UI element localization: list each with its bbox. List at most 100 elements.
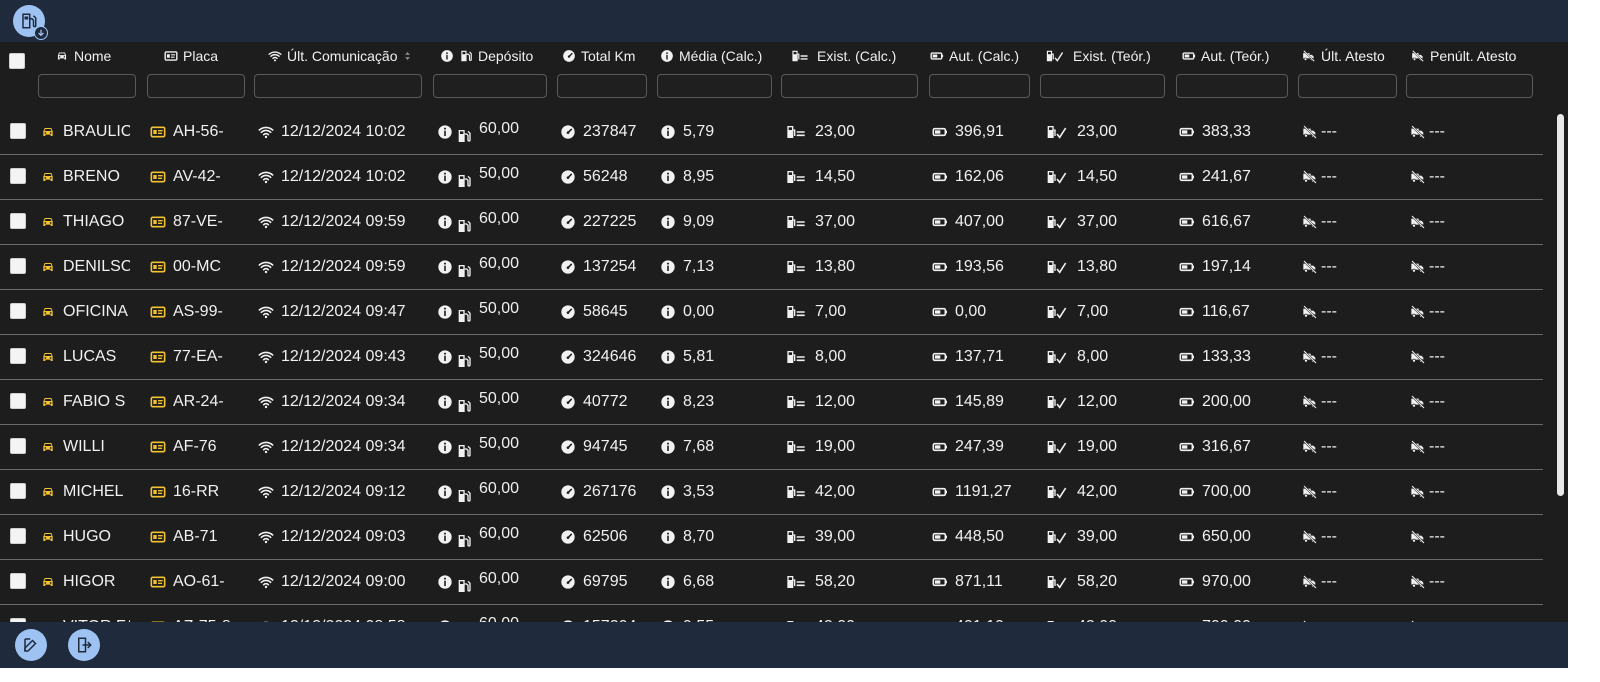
column-header-5[interactable]: Total Km [562,47,635,65]
row-checkbox[interactable] [10,123,26,139]
fuel-report-button[interactable] [13,5,48,40]
average: 0,00 [683,303,715,320]
table-row[interactable]: WILLI AF-76 12/12/2024 09:34 50,00 94745… [0,425,1543,470]
column-header-1[interactable]: Nome [55,47,111,65]
column-filter-input[interactable] [433,74,547,98]
cell-media: 8,95 [660,155,770,199]
column-filter-input[interactable] [781,74,918,98]
column-filter-input[interactable] [1298,74,1397,98]
column-header-8[interactable]: Aut. (Calc.) [930,47,1019,65]
edit-button[interactable] [15,629,47,661]
row-checkbox[interactable] [10,438,26,454]
truck-off-icon [1302,439,1318,455]
column-header-6[interactable]: Média (Calc.) [660,47,762,65]
cell-total-km: 40772 [560,380,655,424]
cell-aut-calc: 871,11 [932,560,1037,604]
cell-nome: THIAGO [40,200,130,244]
table-row[interactable]: VITOR FAV AZ-75-88 12/12/2024 08:58 60,0… [0,605,1543,622]
cell-total-km: 137254 [560,245,655,289]
table-row[interactable]: THIAGO 87-VE- 12/12/2024 09:59 60,00 227… [0,200,1543,245]
cell-aut-teor: 241,67 [1179,155,1294,199]
tank-capacity: 60,00 [479,480,520,497]
table-row[interactable]: BRAULIC AH-56- 12/12/2024 10:02 60,00 23… [0,110,1543,155]
cell-exist-calc: 58,20 [784,560,924,604]
column-filter-input[interactable] [1176,74,1288,98]
row-checkbox[interactable] [10,483,26,499]
cell-total-km: 56248 [560,155,655,199]
cell-deposito: 50,00 [437,290,547,334]
table-row[interactable]: HUGO AB-71 12/12/2024 09:03 60,00 62506 … [0,515,1543,560]
truck-off-icon [1302,484,1318,500]
table-row[interactable]: MICHEL 16-RR 12/12/2024 09:12 60,00 2671… [0,470,1543,515]
column-header-11[interactable]: Últ. Atesto [1302,47,1385,65]
battery-icon [1179,394,1195,410]
info-icon [437,304,453,320]
table-row[interactable]: HIGOR AO-61- 12/12/2024 09:00 60,00 6979… [0,560,1543,605]
row-checkbox[interactable] [10,528,26,544]
scrollbar-thumb[interactable] [1557,114,1564,496]
column-label: Penúlt. Atesto [1430,48,1517,64]
cell-ult-comunicacao: 12/12/2024 08:58 [258,605,428,622]
column-filter-input[interactable] [557,74,647,98]
cell-ult-atesto: --- [1302,380,1402,424]
gauge-icon [562,49,576,63]
wifi-icon [258,574,274,590]
column-filter-input[interactable] [1406,74,1533,98]
cell-aut-calc: 401,10 [932,605,1037,622]
row-checkbox[interactable] [10,303,26,319]
info-icon [660,304,676,320]
cell-placa: 16-RR [150,470,230,514]
column-header-2[interactable]: Placa [164,47,218,65]
last-communication: 12/12/2024 09:03 [281,528,406,545]
table-row[interactable]: FABIO S AR-24- 12/12/2024 09:34 50,00 40… [0,380,1543,425]
row-checkbox[interactable] [10,168,26,184]
cell-ult-atesto: --- [1302,245,1402,289]
car-icon [40,574,56,590]
last-attestation: --- [1321,438,1337,455]
table-row[interactable]: OFICINA AS-99- 12/12/2024 09:47 50,00 58… [0,290,1543,335]
column-header-10[interactable]: Aut. (Teór.) [1182,47,1269,65]
row-checkbox[interactable] [10,573,26,589]
fuel-check-icon [1044,349,1070,365]
column-header-7[interactable]: Exist. (Calc.) [788,47,896,65]
second-last-attestation: --- [1429,258,1445,275]
select-all-checkbox[interactable] [9,53,25,69]
column-filter-input[interactable] [254,74,422,98]
column-header-4[interactable]: Depósito [440,47,533,65]
row-checkbox[interactable] [10,348,26,364]
row-checkbox[interactable] [10,393,26,409]
column-filter-input[interactable] [657,74,772,98]
total-km: 227225 [583,213,637,230]
column-filter-input[interactable] [38,74,136,98]
cell-media: 0,00 [660,290,770,334]
existing-theoretical: 13,80 [1077,258,1118,275]
column-header-12[interactable]: Penúlt. Atesto [1411,47,1516,65]
table-row[interactable]: LUCAS 77-EA- 12/12/2024 09:43 50,00 3246… [0,335,1543,380]
last-communication: 12/12/2024 09:43 [281,348,406,365]
row-checkbox[interactable] [10,213,26,229]
cell-aut-calc: 1191,27 [932,470,1037,514]
id-card-icon [150,169,166,185]
id-card-icon [150,124,166,140]
cell-ult-comunicacao: 12/12/2024 09:59 [258,200,428,244]
row-checkbox[interactable] [10,258,26,274]
gauge-icon [560,124,576,140]
column-header-9[interactable]: Exist. (Teór.) [1042,47,1151,65]
column-header-3[interactable]: Últ. Comunicação [268,47,412,65]
cell-penult-atesto: --- [1410,245,1530,289]
column-filter-input[interactable] [147,74,245,98]
fuel-icon [456,398,472,414]
sort-icon[interactable] [403,49,412,63]
id-card-icon [150,484,166,500]
table-row[interactable]: BRENO AV-42- 12/12/2024 10:02 50,00 5624… [0,155,1543,200]
info-icon [660,439,676,455]
table-row[interactable]: DENILSC 00-MC 12/12/2024 09:59 60,00 137… [0,245,1543,290]
second-last-attestation: --- [1429,213,1445,230]
average: 8,23 [683,393,715,410]
column-filter-input[interactable] [1040,74,1165,98]
car-icon [40,169,56,185]
cell-ult-atesto: --- [1302,290,1402,334]
export-button[interactable] [68,629,100,661]
column-filter-input[interactable] [929,74,1030,98]
cell-exist-teor: 13,80 [1044,245,1174,289]
